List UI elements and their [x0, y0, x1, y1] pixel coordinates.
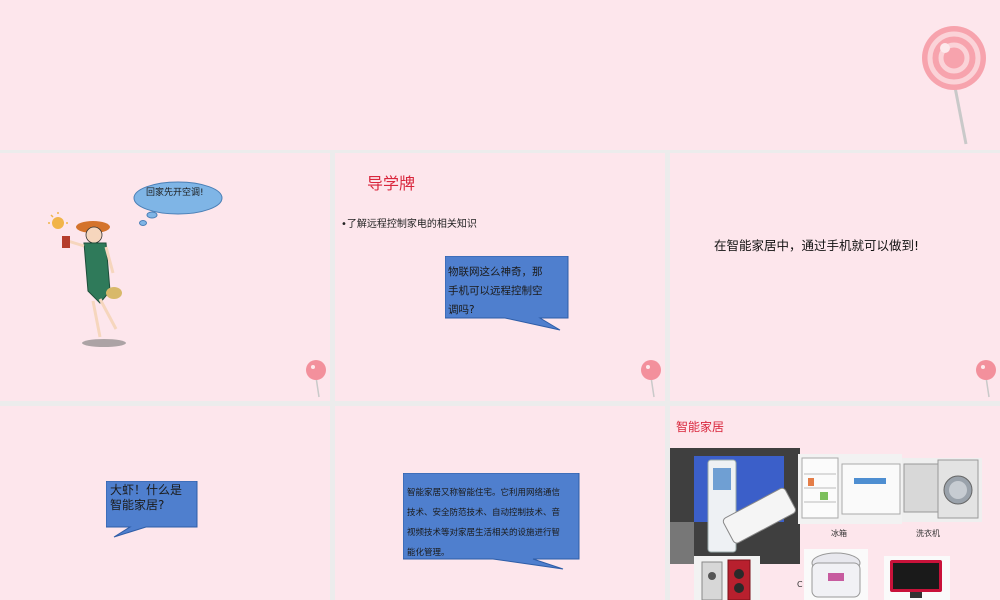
slide-2[interactable]: 回家先开空调! — [0, 153, 330, 401]
fridge-image — [798, 454, 902, 524]
lollipop-icon — [922, 26, 986, 145]
callout-line-3: 调吗? — [448, 304, 475, 316]
woman-illustration — [48, 212, 126, 347]
washing-machine-image — [902, 458, 982, 522]
lollipop-icon — [976, 360, 996, 398]
callout-line-4: 能化管理。 — [407, 548, 450, 558]
callout-line-1: 智能家居又称智能住宅。它利用网络通信 — [407, 488, 561, 498]
callout-line-2: 手机可以远程控制空 — [448, 285, 543, 297]
slide-7[interactable]: 智能家居 冰箱 洗衣机 C — [670, 406, 1000, 600]
fridge-caption: 冰箱 — [831, 529, 847, 538]
slide-1[interactable] — [0, 0, 1000, 150]
air-conditioner-image — [670, 448, 800, 564]
callout-line-2: 智能家居? — [110, 498, 165, 512]
callout-line-1: 大虾！什么是 — [110, 483, 183, 497]
monitor-image — [884, 556, 950, 600]
slide-3[interactable]: 导学牌 •了解远程控制家电的相关知识 物联网这么神奇，那 手机可以远程控制空 调… — [335, 153, 665, 401]
callout-line-3: 视频技术等对家居生活相关的设施进行智 — [407, 528, 561, 538]
lollipop-icon — [306, 360, 326, 398]
slide-title: 智能家居 — [676, 420, 725, 434]
thought-text: 回家先开空调! — [146, 188, 204, 198]
slide-text: 在智能家居中，通过手机就可以做到! — [714, 238, 920, 253]
slide-4[interactable]: 在智能家居中，通过手机就可以做到! — [670, 153, 1000, 401]
bullet-text: •了解远程控制家电的相关知识 — [341, 219, 477, 230]
rice-cooker-image — [804, 549, 868, 600]
slide-5[interactable]: 大虾！什么是 智能家居? — [0, 406, 330, 600]
stray-caption: C — [797, 580, 803, 589]
callout-line-2: 技术、安全防范技术、自动控制技术、音 — [407, 508, 561, 518]
speakers-image — [694, 556, 760, 600]
washer-caption: 洗衣机 — [916, 529, 940, 538]
slide-title: 导学牌 — [367, 174, 416, 193]
callout-line-1: 物联网这么神奇，那 — [448, 266, 543, 278]
lollipop-icon — [641, 360, 661, 398]
slide-6[interactable]: 智能家居又称智能住宅。它利用网络通信 技术、安全防范技术、自动控制技术、音 视频… — [335, 406, 665, 600]
